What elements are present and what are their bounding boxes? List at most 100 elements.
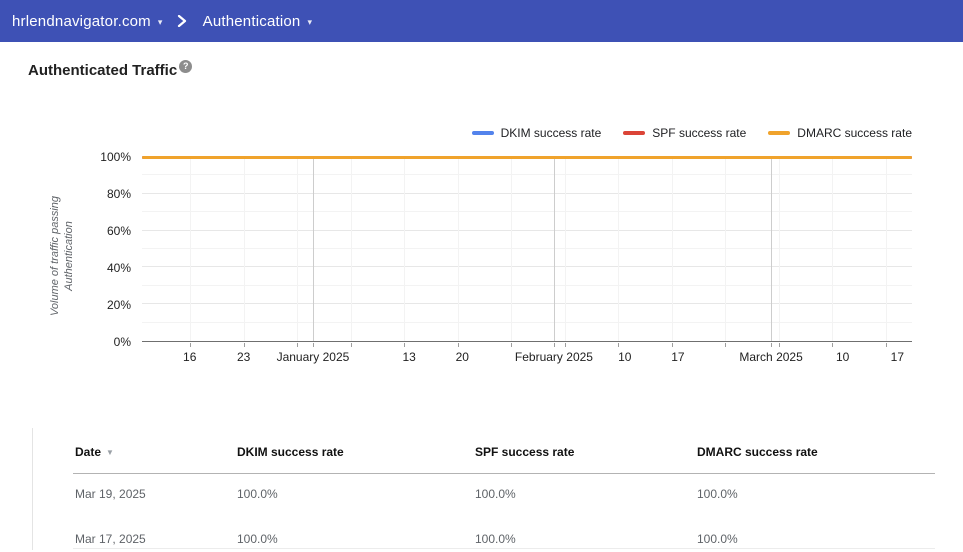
x-axis-tick-label: 10 <box>618 350 632 364</box>
gridline-vertical-week <box>778 157 780 341</box>
gridline-vertical-month <box>312 157 314 341</box>
table-header-row: Date ▼ DKIM success rate SPF success rate DM… <box>75 445 935 459</box>
authentication-data-table: Date ▼ DKIM success rate SPF success rate DM… <box>73 440 935 552</box>
gridline-horizontal <box>142 321 912 323</box>
x-axis-tick-label: 17 <box>671 350 685 364</box>
y-axis-tick-label: 0% <box>113 335 131 349</box>
gridline-vertical-month <box>553 157 555 341</box>
x-axis-tick-label: 10 <box>836 350 850 364</box>
gridline-vertical-week <box>617 157 619 341</box>
column-header-label: SPF success rate <box>475 445 575 459</box>
gridline-vertical-week <box>671 157 673 341</box>
gridline-vertical-week <box>403 157 405 341</box>
legend-swatch <box>471 131 494 135</box>
y-axis-tick-label: 100% <box>100 150 131 164</box>
column-header-dkim-success-rate: DKIM success rate <box>237 445 475 459</box>
gridline-vertical-week <box>243 157 245 341</box>
table-header-divider <box>73 473 935 474</box>
domain-name: hrlendnavigator.com <box>12 12 151 30</box>
table-row: Mar 17, 2025 100.0% 100.0% 100.0% <box>75 532 935 552</box>
page-title-row: Authenticated Traffic ? <box>28 60 193 79</box>
y-axis-tick-label: 80% <box>106 187 131 201</box>
table-cell: 100.0% <box>697 532 738 546</box>
gridline-horizontal <box>142 192 912 194</box>
gridline-vertical-week <box>350 157 352 341</box>
x-axis-tickmark <box>510 343 512 347</box>
column-header-date[interactable]: Date ▼ <box>75 445 237 459</box>
gridline-vertical-week <box>885 157 887 341</box>
legend-label: DKIM success rate <box>500 126 602 140</box>
x-axis-tick-label: 20 <box>455 350 469 364</box>
table-cell: Mar 19, 2025 <box>75 487 146 501</box>
x-axis-tick-label: March 2025 <box>739 350 803 364</box>
section-name: Authentication <box>202 12 301 30</box>
legend-item[interactable]: DKIM success rate <box>471 126 602 140</box>
y-axis-tick-label: 40% <box>106 261 131 275</box>
sort-desc-icon[interactable]: ▼ <box>106 447 114 457</box>
top-navigation-bar: hrlendnavigator.com ▾ Authentication ▾ <box>0 0 963 42</box>
gridline-horizontal <box>142 303 912 305</box>
table-row: Mar 19, 2025 100.0% 100.0% 100.0% <box>75 487 935 507</box>
gridline-vertical-month <box>771 157 773 341</box>
x-axis-tickmark <box>296 343 298 347</box>
x-axis-tickmark <box>778 343 780 347</box>
table-cell: 100.0% <box>237 532 278 546</box>
x-axis-tick-label: 13 <box>402 350 416 364</box>
gridline-horizontal <box>142 229 912 231</box>
gridline-vertical-week <box>457 157 459 341</box>
table-row-divider <box>73 548 935 549</box>
x-axis-tickmark <box>350 343 352 347</box>
table-cell: 100.0% <box>237 487 278 501</box>
gridline-vertical-week <box>189 157 191 341</box>
x-axis-tickmark <box>671 343 673 347</box>
x-axis-tick-label: 23 <box>236 350 251 364</box>
legend-item[interactable]: SPF success rate <box>623 126 746 140</box>
section-selector[interactable]: Authentication ▾ <box>203 13 313 30</box>
x-axis-tickmark <box>564 343 566 347</box>
legend-item[interactable]: DMARC success rate <box>768 126 912 140</box>
y-axis-tick-labels: 100% 80% 60% 40% 20% 0% <box>95 150 131 349</box>
column-header-label: DKIM success rate <box>237 445 344 459</box>
x-axis-tickmark <box>457 343 459 347</box>
domain-selector[interactable]: hrlendnavigator.com ▾ <box>12 13 163 30</box>
x-axis-tick-label: January 2025 <box>276 350 350 364</box>
gridline-horizontal <box>142 266 912 268</box>
gridline-horizontal <box>142 284 912 286</box>
caret-down-icon: ▾ <box>157 16 163 27</box>
gridline-horizontal <box>142 248 912 249</box>
x-axis-tick-label: 17 <box>890 350 905 364</box>
y-axis-tick-label: 60% <box>106 224 131 238</box>
caret-down-icon: ▾ <box>307 16 313 27</box>
x-axis-tick-labels: 16 23 January 2025 13 20 February 2025 10 17 Mar… <box>142 342 912 368</box>
series-line-dmarc[interactable] <box>142 155 912 159</box>
x-axis-tickmark <box>771 343 773 347</box>
help-icon[interactable]: ? <box>179 60 193 73</box>
gridline-vertical-week <box>510 157 512 341</box>
chevron-right-icon <box>177 15 187 27</box>
y-axis-tick-label: 20% <box>106 298 131 312</box>
gridline-vertical-week <box>724 157 726 341</box>
x-axis-tickmark <box>553 343 555 347</box>
chart-legend: DKIM success rate SPF success rate DMARC s… <box>471 126 912 140</box>
x-axis-tickmark <box>312 343 314 347</box>
column-header-dmarc-success-rate: DMARC success rate <box>697 445 935 459</box>
x-axis-tick-label: 16 <box>183 350 197 364</box>
x-axis-tickmark <box>617 343 619 347</box>
column-header-label: Date <box>75 445 102 459</box>
gridline-horizontal <box>142 174 912 176</box>
column-header-spf-success-rate: SPF success rate <box>475 445 697 459</box>
chart-plot-area <box>142 155 912 342</box>
x-axis-tickmark <box>243 343 245 347</box>
gridline-vertical-week <box>831 157 833 341</box>
table-left-border <box>32 428 33 550</box>
column-header-label: DMARC success rate <box>697 445 818 459</box>
table-cell: Mar 17, 2025 <box>75 532 146 546</box>
x-axis-tickmark <box>403 343 405 347</box>
table-cell: 100.0% <box>475 487 516 501</box>
x-axis-tickmark <box>885 343 887 347</box>
gridline-vertical-week <box>296 157 298 341</box>
gridline-vertical-week <box>564 157 566 341</box>
x-axis-tick-label: February 2025 <box>514 350 593 364</box>
legend-label: SPF success rate <box>652 126 747 140</box>
y-axis-title: Volume of traffic passing Authentication <box>49 195 75 317</box>
